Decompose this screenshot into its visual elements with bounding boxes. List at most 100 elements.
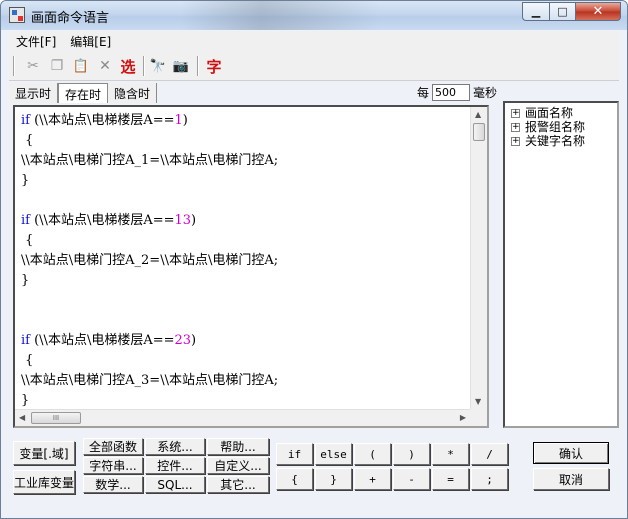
custom-functions-button[interactable]: 自定义... xyxy=(207,457,269,474)
vertical-scroll-thumb[interactable] xyxy=(473,123,485,141)
copy-icon[interactable]: ❐ xyxy=(47,56,67,76)
code-text-segment: ) xyxy=(191,213,197,228)
code-text-segment: { xyxy=(21,233,34,248)
code-editor[interactable]: if (\\本站点\电梯楼层A==1) {\\本站点\电梯门控A_1=\\本站点… xyxy=(13,105,489,428)
code-number: 1 xyxy=(174,113,183,128)
math-functions-button[interactable]: 数学... xyxy=(83,476,143,493)
minimize-button[interactable]: ▁ xyxy=(522,2,549,21)
horizontal-scrollbar[interactable]: ◀ III ▶ xyxy=(15,409,470,426)
title-bar-background xyxy=(181,1,381,30)
code-line[interactable]: { xyxy=(21,131,469,151)
horizontal-scroll-thumb[interactable]: III xyxy=(31,412,81,424)
code-text-segment: } xyxy=(21,173,30,188)
app-icon xyxy=(9,7,25,23)
help-button[interactable]: 帮助... xyxy=(207,438,269,455)
scissors-icon[interactable]: ✂ xyxy=(23,56,43,76)
code-text-segment: (\\本站点\电梯楼层A== xyxy=(34,333,175,348)
code-line[interactable]: \\本站点\电梯门控A_3=\\本站点\电梯门控A; xyxy=(21,371,469,391)
code-line[interactable]: if (\\本站点\电梯楼层A==13) xyxy=(21,211,469,231)
op-multiply-button[interactable]: * xyxy=(432,443,469,465)
expand-icon[interactable]: + xyxy=(511,108,520,118)
code-line[interactable]: \\本站点\电梯门控A_1=\\本站点\电梯门控A; xyxy=(21,151,469,171)
menu-bar: 文件[F] 编辑[E] xyxy=(9,31,619,50)
vertical-scrollbar[interactable]: ▲ ▼ xyxy=(470,107,487,409)
op-plus-button[interactable]: + xyxy=(354,468,391,490)
code-line[interactable] xyxy=(21,291,469,311)
code-text-segment: \\本站点\电梯门控A_3=\\本站点\电梯门控A; xyxy=(21,373,279,388)
tree-item-alarm-groups[interactable]: + 报警组名称 xyxy=(511,120,617,134)
code-text-segment: (\\本站点\电梯楼层A== xyxy=(34,113,175,128)
variable-button[interactable]: 变量[.域] xyxy=(13,441,75,465)
tree-item-label: 报警组名称 xyxy=(525,120,586,134)
interval-prefix: 每 xyxy=(417,86,430,100)
scroll-up-icon[interactable]: ▲ xyxy=(475,110,481,119)
code-text-segment: { xyxy=(21,353,34,368)
code-text-segment: } xyxy=(21,273,30,288)
string-functions-button[interactable]: 字符串... xyxy=(83,457,143,474)
tree-item-screen-names[interactable]: + 画面名称 xyxy=(511,106,617,120)
tree-item-keywords[interactable]: + 关键字名称 xyxy=(511,134,617,148)
code-line[interactable]: if (\\本站点\电梯楼层A==23) xyxy=(21,331,469,351)
scroll-corner xyxy=(470,409,487,426)
all-functions-button[interactable]: 全部函数 xyxy=(83,438,143,455)
menu-file[interactable]: 文件[F] xyxy=(9,31,63,50)
font-button[interactable]: 字 xyxy=(203,56,225,76)
op-equals-button[interactable]: = xyxy=(432,468,469,490)
expand-icon[interactable]: + xyxy=(511,122,520,132)
scroll-down-icon[interactable]: ▼ xyxy=(475,397,481,406)
code-line[interactable]: if (\\本站点\电梯楼层A==1) xyxy=(21,111,469,131)
menu-edit[interactable]: 编辑[E] xyxy=(63,31,118,50)
camera-icon[interactable]: 📷 xyxy=(171,56,191,76)
code-line[interactable]: { xyxy=(21,231,469,251)
select-button[interactable]: 选 xyxy=(117,56,139,76)
code-line[interactable]: } xyxy=(21,171,469,191)
system-functions-button[interactable]: 系统... xyxy=(145,438,205,455)
other-functions-button[interactable]: 其它... xyxy=(207,476,269,493)
cancel-button[interactable]: 取消 xyxy=(533,468,609,490)
op-open-paren-button[interactable]: ( xyxy=(354,443,391,465)
scroll-right-icon[interactable]: ▶ xyxy=(460,413,466,422)
code-keyword: if xyxy=(21,333,35,348)
code-line[interactable]: { xyxy=(21,351,469,371)
code-text[interactable]: if (\\本站点\电梯楼层A==1) {\\本站点\电梯门控A_1=\\本站点… xyxy=(21,111,469,411)
name-tree[interactable]: + 画面名称 + 报警组名称 + 关键字名称 xyxy=(503,101,619,428)
industry-variable-button[interactable]: 工业库变量 xyxy=(13,470,75,494)
command-language-window: 画面命令语言 ▁ □ ✕ 文件[F] 编辑[E] ✂ ❐ 📋 ✕ 选 🔭 📷 字… xyxy=(0,0,628,519)
maximize-button[interactable]: □ xyxy=(549,2,575,21)
tab-on-show[interactable]: 显示时 xyxy=(9,83,59,103)
code-line[interactable]: } xyxy=(21,271,469,291)
paste-icon[interactable]: 📋 xyxy=(71,56,91,76)
tab-on-hide[interactable]: 隐含时 xyxy=(108,83,158,103)
code-line[interactable]: \\本站点\电梯门控A_2=\\本站点\电梯门控A; xyxy=(21,251,469,271)
code-text-segment: ) xyxy=(191,333,197,348)
close-button[interactable]: ✕ xyxy=(575,2,621,21)
interval-input[interactable] xyxy=(432,84,471,101)
op-close-paren-button[interactable]: ) xyxy=(393,443,430,465)
sql-functions-button[interactable]: SQL... xyxy=(145,476,205,493)
code-line[interactable] xyxy=(21,311,469,331)
op-divide-button[interactable]: / xyxy=(471,443,508,465)
expand-icon[interactable]: + xyxy=(511,136,520,146)
title-bar[interactable]: 画面命令语言 ▁ □ ✕ xyxy=(1,1,627,30)
window-title: 画面命令语言 xyxy=(31,11,110,26)
tab-while-present[interactable]: 存在时 xyxy=(58,83,109,103)
code-text-segment: \\本站点\电梯门控A_2=\\本站点\电梯门控A; xyxy=(21,253,279,268)
code-text-segment: ) xyxy=(182,113,188,128)
tab-strip: 显示时 存在时 隐含时 xyxy=(9,83,158,103)
toolbar-separator xyxy=(13,56,14,76)
control-functions-button[interactable]: 控件... xyxy=(145,457,205,474)
op-semicolon-button[interactable]: ; xyxy=(471,468,508,490)
code-number: 23 xyxy=(174,333,192,348)
op-open-brace-button[interactable]: { xyxy=(276,468,313,490)
op-minus-button[interactable]: - xyxy=(393,468,430,490)
code-number: 13 xyxy=(174,213,192,228)
delete-icon[interactable]: ✕ xyxy=(95,56,115,76)
binoculars-icon[interactable]: 🔭 xyxy=(147,56,169,76)
code-line[interactable]: } xyxy=(21,391,469,411)
op-if-button[interactable]: if xyxy=(276,443,313,465)
op-close-brace-button[interactable]: } xyxy=(315,468,352,490)
code-line[interactable] xyxy=(21,191,469,211)
op-else-button[interactable]: else xyxy=(315,443,352,465)
scroll-left-icon[interactable]: ◀ xyxy=(19,413,25,422)
confirm-button[interactable]: 确认 xyxy=(533,442,609,464)
